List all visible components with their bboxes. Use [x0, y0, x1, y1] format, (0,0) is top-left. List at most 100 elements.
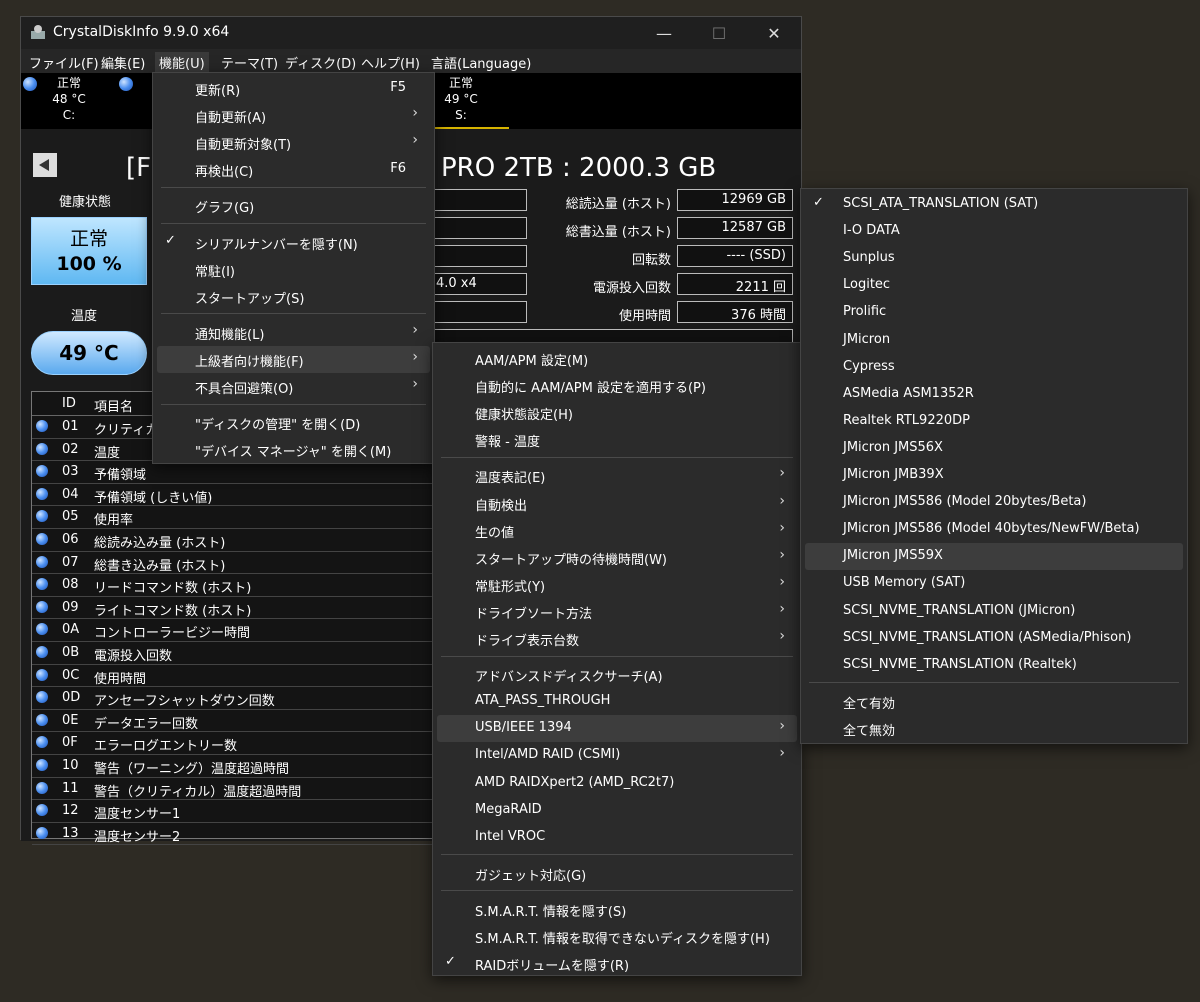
title-bar[interactable]: CrystalDiskInfo 9.9.0 x64 — ☐ ✕	[21, 17, 801, 49]
col-name[interactable]: 項目名	[94, 396, 133, 415]
info-label: 総読込量 (ホスト)	[565, 197, 671, 212]
table-row[interactable]: 07 総書き込み量 (ホスト)	[32, 552, 435, 575]
menu-item[interactable]: 生の値 ›	[437, 517, 797, 544]
menu-item[interactable]: AAM/APM 設定(M)	[437, 345, 797, 372]
menu-item[interactable]: グラフ(G)	[157, 192, 430, 219]
menu-item[interactable]: ✓ SCSI_ATA_TRANSLATION (SAT)	[805, 191, 1183, 218]
menu-item[interactable]: スタートアップ(S)	[157, 283, 430, 310]
menu-item[interactable]: ✓ RAIDボリュームを隠す(R)	[437, 950, 797, 977]
menu-item[interactable]: JMicron JMS586 (Model 40bytes/NewFW/Beta…	[805, 516, 1183, 543]
attribute-id: 11	[62, 780, 79, 796]
table-row[interactable]: 06 総読み込み量 (ホスト)	[32, 529, 435, 552]
attribute-id: 01	[62, 419, 79, 434]
menu-item[interactable]: 通知機能(L) ›	[157, 319, 430, 346]
disk-title-prefix: [F	[126, 153, 152, 183]
table-row[interactable]: 0D アンセーフシャットダウン回数	[32, 687, 435, 710]
menu-item[interactable]: Intel VROC	[437, 824, 797, 851]
menu-edit[interactable]: 編集(E)	[97, 52, 149, 73]
table-row[interactable]: 03 予備領域	[32, 461, 435, 484]
menu-item[interactable]: Prolific	[805, 299, 1183, 326]
table-row[interactable]: 0E データエラー回数	[32, 710, 435, 733]
table-row[interactable]: 0A コントローラービジー時間	[32, 619, 435, 642]
maximize-button[interactable]: ☐	[696, 17, 742, 49]
attribute-name: 温度	[94, 445, 121, 461]
menu-item[interactable]: ✓ シリアルナンバーを隠す(N)	[157, 229, 430, 256]
menu-item-label: Sunplus	[843, 250, 895, 266]
info-value-box	[429, 189, 527, 211]
minimize-button[interactable]: —	[641, 17, 687, 49]
menu-item[interactable]: SCSI_NVME_TRANSLATION (JMicron)	[805, 598, 1183, 625]
menu-item[interactable]: JMicron JMS59X	[805, 543, 1183, 571]
table-row[interactable]: 0C 使用時間	[32, 665, 435, 688]
menu-item[interactable]: 常駐形式(Y) ›	[437, 571, 797, 598]
menu-item[interactable]: Sunplus	[805, 245, 1183, 272]
menu-item[interactable]: Realtek RTL9220DP	[805, 408, 1183, 435]
menu-item-label: 更新(R)	[195, 84, 241, 99]
col-id[interactable]: ID	[62, 396, 76, 411]
menu-item[interactable]: 全て無効	[805, 715, 1183, 742]
menu-item[interactable]: S.M.A.R.T. 情報を隠す(S)	[437, 896, 797, 923]
table-row[interactable]: 12 温度センサー1	[32, 800, 435, 823]
menu-item[interactable]: 自動更新(A) ›	[157, 102, 430, 129]
table-row[interactable]: 0F エラーログエントリー数	[32, 732, 435, 755]
menu-item[interactable]: 全て有効	[805, 688, 1183, 715]
menu-item[interactable]: ATA_PASS_THROUGH	[437, 688, 797, 715]
menu-disk[interactable]: ディスク(D)	[281, 52, 360, 73]
menu-item[interactable]: MegaRAID	[437, 797, 797, 824]
menu-item[interactable]: 常駐(I)	[157, 256, 430, 283]
table-row[interactable]: 13 温度センサー2	[32, 823, 435, 846]
menu-item[interactable]: 温度表記(E) ›	[437, 462, 797, 489]
menu-item[interactable]: AMD RAIDXpert2 (AMD_RC2t7)	[437, 770, 797, 797]
menu-item[interactable]: Logitec	[805, 272, 1183, 299]
menu-item[interactable]: ドライブ表示台数 ›	[437, 625, 797, 652]
menu-item[interactable]: 上級者向け機能(F) ›	[157, 345, 430, 373]
menu-item[interactable]: JMicron JMS56X	[805, 435, 1183, 462]
menu-item[interactable]: ASMedia ASM1352R	[805, 381, 1183, 408]
menu-item[interactable]: 再検出(C) F6	[157, 156, 430, 183]
disk-tab-s[interactable]: 正常 49 °C S:	[439, 75, 483, 123]
menu-item[interactable]: 更新(R) F5	[157, 75, 430, 102]
menu-item[interactable]: 警報 - 温度	[437, 426, 797, 453]
table-row[interactable]: 05 使用率	[32, 506, 435, 529]
menu-item[interactable]: SCSI_NVME_TRANSLATION (ASMedia/Phison)	[805, 625, 1183, 652]
previous-disk-button[interactable]	[33, 153, 57, 177]
menu-item[interactable]: I-O DATA	[805, 218, 1183, 245]
close-button[interactable]: ✕	[751, 17, 797, 49]
menu-item[interactable]: S.M.A.R.T. 情報を取得できないディスクを隠す(H)	[437, 923, 797, 950]
temperature-value[interactable]: 49 °C	[31, 331, 147, 375]
menu-function[interactable]: 機能(U)	[155, 52, 209, 73]
menu-file[interactable]: ファイル(F)	[25, 52, 103, 73]
table-row[interactable]: 10 警告（ワーニング）温度超過時間	[32, 755, 435, 778]
menu-item[interactable]: Intel/AMD RAID (CSMI) ›	[437, 742, 797, 769]
menu-item[interactable]: "ディスクの管理" を開く(D)	[157, 409, 430, 436]
table-row[interactable]: 09 ライトコマンド数 (ホスト)	[32, 597, 435, 620]
menu-item[interactable]: 不具合回避策(O) ›	[157, 373, 430, 400]
menu-item[interactable]: 健康状態設定(H)	[437, 399, 797, 426]
menu-item[interactable]: USB/IEEE 1394 ›	[437, 715, 797, 743]
table-row[interactable]: 08 リードコマンド数 (ホスト)	[32, 574, 435, 597]
menu-item[interactable]: Cypress	[805, 354, 1183, 381]
menu-item[interactable]: 自動更新対象(T) ›	[157, 129, 430, 156]
menu-item[interactable]: ドライブソート方法 ›	[437, 598, 797, 625]
menu-item[interactable]: 自動検出 ›	[437, 490, 797, 517]
table-row[interactable]: 11 警告（クリティカル）温度超過時間	[32, 778, 435, 801]
menu-item[interactable]: スタートアップ時の待機時間(W) ›	[437, 544, 797, 571]
menu-item[interactable]: JMicron	[805, 327, 1183, 354]
menu-theme[interactable]: テーマ(T)	[217, 52, 282, 73]
menu-item[interactable]: SCSI_NVME_TRANSLATION (Realtek)	[805, 652, 1183, 679]
menu-item[interactable]: "デバイス マネージャ" を開く(M)	[157, 436, 430, 463]
menu-help[interactable]: ヘルプ(H)	[357, 52, 424, 73]
menu-item[interactable]: 自動的に AAM/APM 設定を適用する(P)	[437, 372, 797, 399]
chevron-right-icon: ›	[779, 519, 785, 536]
health-status-box[interactable]: 正常 100 %	[31, 217, 147, 285]
table-row[interactable]: 0B 電源投入回数	[32, 642, 435, 665]
menu-item[interactable]: JMicron JMS586 (Model 20bytes/Beta)	[805, 489, 1183, 516]
menu-item[interactable]: アドバンスドディスクサーチ(A)	[437, 661, 797, 688]
menu-item[interactable]: JMicron JMB39X	[805, 462, 1183, 489]
menu-item[interactable]: USB Memory (SAT)	[805, 570, 1183, 597]
menu-language[interactable]: 言語(Language)	[427, 52, 535, 73]
menu-item-label: JMicron JMB39X	[843, 467, 944, 482]
table-row[interactable]: 04 予備領域 (しきい値)	[32, 484, 435, 507]
disk-tab-c[interactable]: 正常 48 °C C:	[49, 75, 89, 123]
menu-item[interactable]: ガジェット対応(G)	[437, 860, 797, 887]
